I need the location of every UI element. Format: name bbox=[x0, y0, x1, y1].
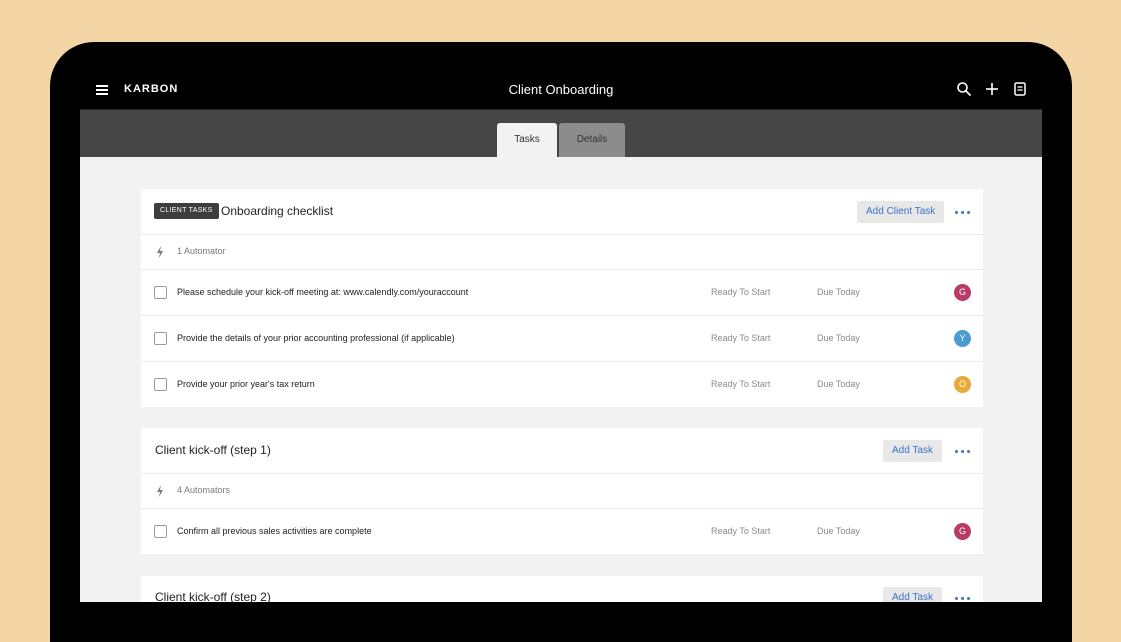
task-title[interactable]: Please schedule your kick-off meeting at… bbox=[177, 287, 468, 297]
section-header: Client kick-off (step 1) Add Task bbox=[141, 428, 983, 474]
tab-bar: Tasks Details bbox=[80, 110, 1042, 157]
assignee-avatar[interactable]: Y bbox=[954, 330, 971, 347]
section-header: Client kick-off (step 2) Add Task bbox=[141, 576, 983, 602]
section-client-kickoff-step-2: Client kick-off (step 2) Add Task bbox=[141, 576, 983, 602]
header-actions bbox=[956, 81, 1028, 97]
automator-count: 1 Automator bbox=[177, 246, 226, 256]
add-task-button[interactable]: Add Task bbox=[883, 440, 942, 462]
assignee-avatar[interactable]: G bbox=[954, 523, 971, 540]
task-due-date[interactable]: Due Today bbox=[817, 526, 860, 536]
task-checkbox[interactable] bbox=[154, 286, 167, 299]
automator-count: 4 Automators bbox=[177, 485, 231, 495]
section-client-kickoff-step-1: Client kick-off (step 1) Add Task 4 Auto… bbox=[141, 428, 983, 554]
more-options-icon[interactable] bbox=[955, 597, 970, 600]
section-header: CLIENT TASKS Onboarding checklist Add Cl… bbox=[141, 189, 983, 235]
task-row[interactable]: Provide the details of your prior accoun… bbox=[141, 316, 983, 362]
task-due-date[interactable]: Due Today bbox=[817, 333, 860, 343]
more-options-icon[interactable] bbox=[955, 450, 970, 453]
add-client-task-button[interactable]: Add Client Task bbox=[857, 201, 945, 223]
task-row[interactable]: Please schedule your kick-off meeting at… bbox=[141, 270, 983, 316]
bolt-icon bbox=[157, 485, 163, 497]
task-title[interactable]: Confirm all previous sales activities ar… bbox=[177, 526, 372, 536]
notes-icon[interactable] bbox=[1012, 81, 1028, 97]
plus-icon[interactable] bbox=[984, 81, 1000, 97]
search-icon[interactable] bbox=[956, 81, 972, 97]
section-title: Client kick-off (step 1) bbox=[155, 443, 271, 457]
task-title[interactable]: Provide the details of your prior accoun… bbox=[177, 333, 455, 343]
task-status[interactable]: Ready To Start bbox=[711, 287, 770, 297]
section-onboarding-checklist: CLIENT TASKS Onboarding checklist Add Cl… bbox=[141, 189, 983, 407]
task-checkbox[interactable] bbox=[154, 332, 167, 345]
tab-details[interactable]: Details bbox=[559, 123, 625, 157]
tab-tasks[interactable]: Tasks bbox=[497, 123, 557, 157]
automator-row[interactable]: 1 Automator bbox=[141, 235, 983, 270]
task-checkbox[interactable] bbox=[154, 525, 167, 538]
add-task-button[interactable]: Add Task bbox=[883, 587, 942, 602]
section-title: Onboarding checklist bbox=[221, 204, 334, 218]
client-tasks-badge: CLIENT TASKS bbox=[154, 203, 219, 219]
task-due-date[interactable]: Due Today bbox=[817, 287, 860, 297]
task-title[interactable]: Provide your prior year's tax return bbox=[177, 379, 315, 389]
assignee-avatar[interactable]: G bbox=[954, 284, 971, 301]
task-status[interactable]: Ready To Start bbox=[711, 333, 770, 343]
task-row[interactable]: Provide your prior year's tax return Rea… bbox=[141, 362, 983, 407]
top-bar: KARBON Client Onboarding bbox=[80, 71, 1042, 110]
task-checkbox[interactable] bbox=[154, 378, 167, 391]
app-screen: KARBON Client Onboarding Tasks Details C… bbox=[80, 71, 1042, 602]
automator-row[interactable]: 4 Automators bbox=[141, 474, 983, 509]
task-row[interactable]: Confirm all previous sales activities ar… bbox=[141, 509, 983, 554]
bolt-icon bbox=[157, 246, 163, 258]
assignee-avatar[interactable]: O bbox=[954, 376, 971, 393]
task-status[interactable]: Ready To Start bbox=[711, 379, 770, 389]
page-title: Client Onboarding bbox=[508, 82, 614, 97]
more-options-icon[interactable] bbox=[955, 211, 970, 214]
task-status[interactable]: Ready To Start bbox=[711, 526, 770, 536]
section-title: Client kick-off (step 2) bbox=[155, 590, 271, 602]
task-due-date[interactable]: Due Today bbox=[817, 379, 860, 389]
